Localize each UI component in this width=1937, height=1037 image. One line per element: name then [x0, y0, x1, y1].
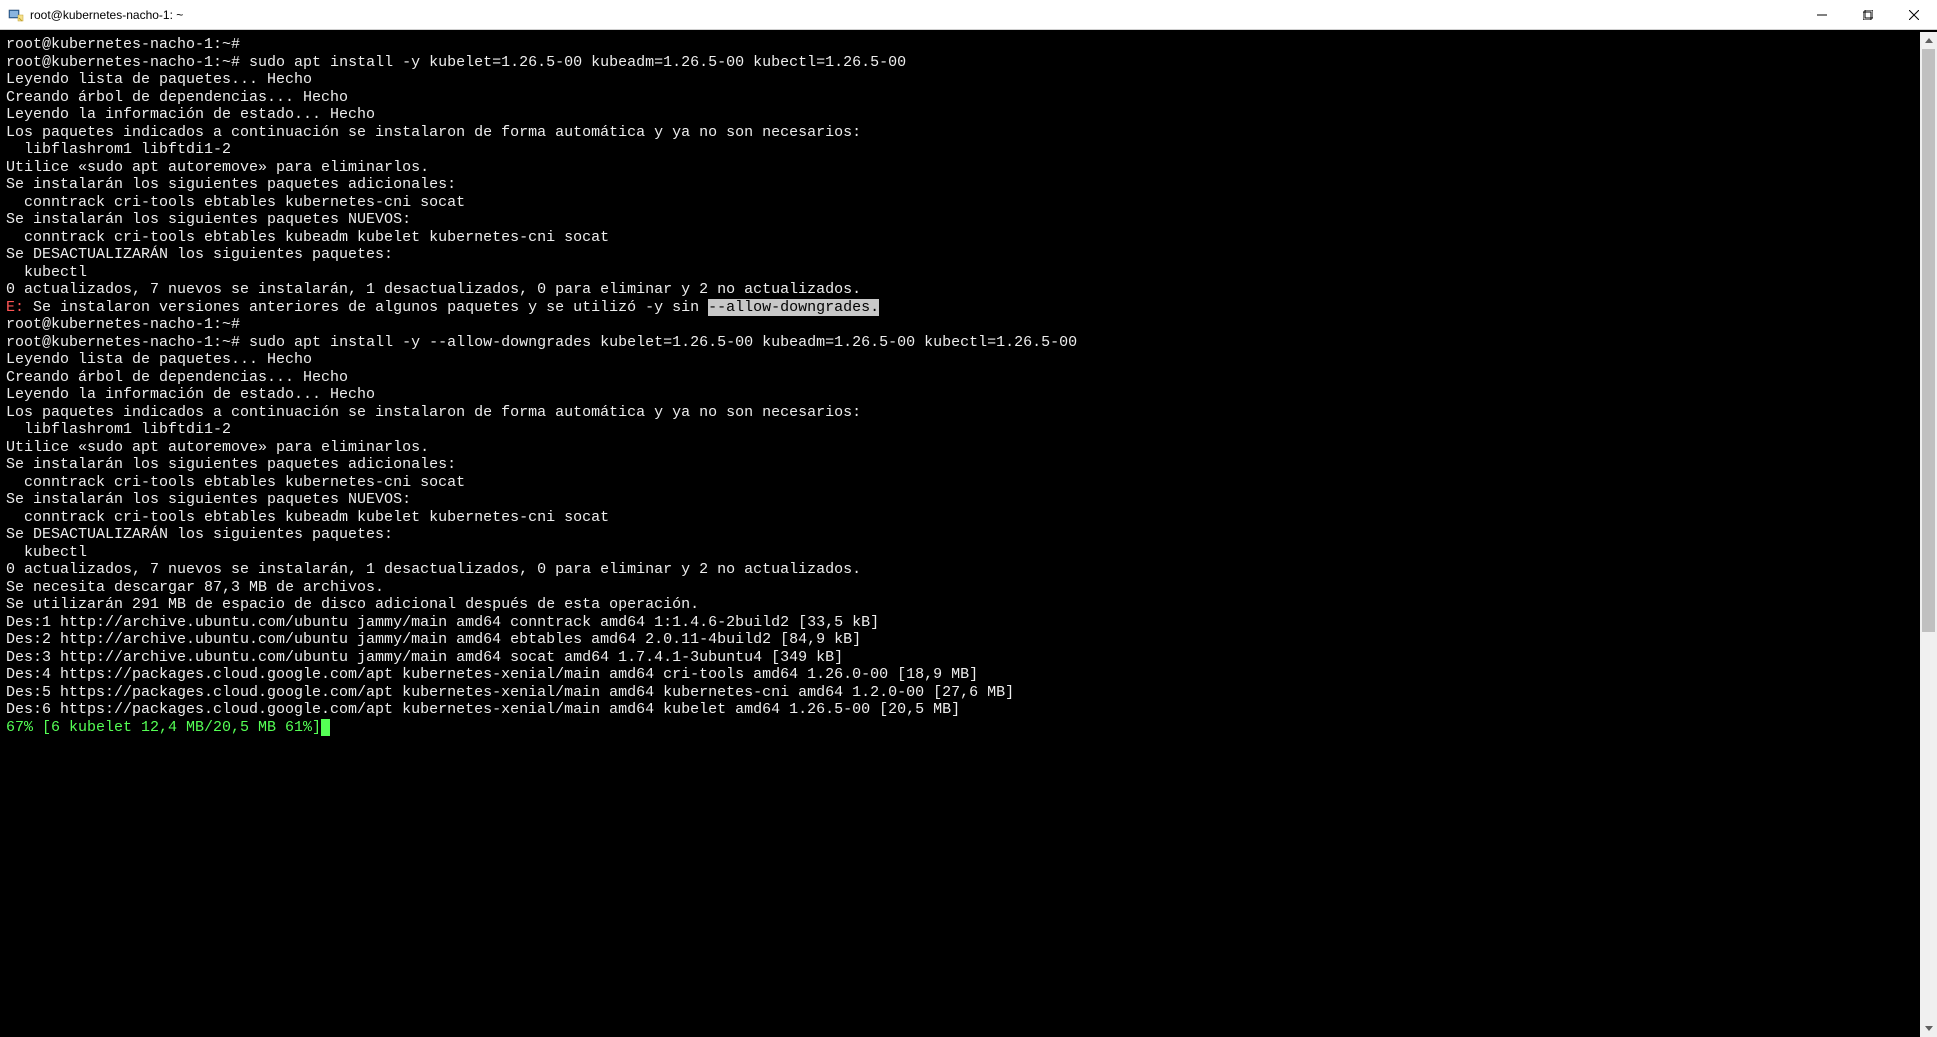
output-line: Leyendo la información de estado... Hech… — [6, 106, 375, 123]
scrollbar-track[interactable] — [1920, 49, 1937, 1020]
terminal-wrapper: root@kubernetes-nacho-1:~# root@kubernet… — [0, 30, 1937, 1037]
output-line: Se necesita descargar 87,3 MB de archivo… — [6, 579, 384, 596]
prompt-line: root@kubernetes-nacho-1:~# — [6, 334, 240, 351]
prompt-line: root@kubernetes-nacho-1:~# — [6, 54, 240, 71]
terminal[interactable]: root@kubernetes-nacho-1:~# root@kubernet… — [0, 32, 1920, 1037]
output-line: Se instalarán los siguientes paquetes ad… — [6, 456, 456, 473]
output-line: conntrack cri-tools ebtables kubernetes-… — [6, 474, 465, 491]
output-line: Se DESACTUALIZARÁN los siguientes paquet… — [6, 246, 393, 263]
output-line: Leyendo la información de estado... Hech… — [6, 386, 375, 403]
scroll-up-button[interactable] — [1920, 32, 1937, 49]
output-line: libflashrom1 libftdi1-2 — [6, 421, 231, 438]
close-button[interactable] — [1891, 0, 1937, 29]
vertical-scrollbar[interactable] — [1920, 32, 1937, 1037]
error-prefix: E: — [6, 299, 24, 316]
output-line: Utilice «sudo apt autoremove» para elimi… — [6, 439, 429, 456]
putty-icon — [8, 7, 24, 23]
selected-text: --allow-downgrades. — [708, 299, 879, 316]
output-line: conntrack cri-tools ebtables kubeadm kub… — [6, 509, 609, 526]
output-line: 0 actualizados, 7 nuevos se instalarán, … — [6, 561, 861, 578]
output-line: Se instalarán los siguientes paquetes ad… — [6, 176, 456, 193]
output-line: Se DESACTUALIZARÁN los siguientes paquet… — [6, 526, 393, 543]
download-line: Des:5 https://packages.cloud.google.com/… — [6, 684, 1014, 701]
output-line: Los paquetes indicados a continuación se… — [6, 404, 861, 421]
prompt-line: root@kubernetes-nacho-1:~# — [6, 36, 240, 53]
command-text: sudo apt install -y kubelet=1.26.5-00 ku… — [240, 54, 906, 71]
download-line: Des:2 http://archive.ubuntu.com/ubuntu j… — [6, 631, 861, 648]
output-line: conntrack cri-tools ebtables kubeadm kub… — [6, 229, 609, 246]
error-text: Se instalaron versiones anteriores de al… — [24, 299, 708, 316]
download-line: Des:3 http://archive.ubuntu.com/ubuntu j… — [6, 649, 843, 666]
minimize-button[interactable] — [1799, 0, 1845, 29]
output-line: Se instalarán los siguientes paquetes NU… — [6, 491, 411, 508]
output-line: Se instalarán los siguientes paquetes NU… — [6, 211, 411, 228]
output-line: Creando árbol de dependencias... Hecho — [6, 369, 348, 386]
output-line: libflashrom1 libftdi1-2 — [6, 141, 231, 158]
terminal-cursor — [321, 719, 330, 736]
download-line: Des:1 http://archive.ubuntu.com/ubuntu j… — [6, 614, 879, 631]
output-line: Leyendo lista de paquetes... Hecho — [6, 71, 312, 88]
window-titlebar: root@kubernetes-nacho-1: ~ — [0, 0, 1937, 30]
prompt-line: root@kubernetes-nacho-1:~# — [6, 316, 240, 333]
output-line: Los paquetes indicados a continuación se… — [6, 124, 861, 141]
output-line: Creando árbol de dependencias... Hecho — [6, 89, 348, 106]
download-line: Des:6 https://packages.cloud.google.com/… — [6, 701, 960, 718]
maximize-button[interactable] — [1845, 0, 1891, 29]
output-line: Se utilizarán 291 MB de espacio de disco… — [6, 596, 699, 613]
output-line: conntrack cri-tools ebtables kubernetes-… — [6, 194, 465, 211]
output-line: Leyendo lista de paquetes... Hecho — [6, 351, 312, 368]
output-line: 0 actualizados, 7 nuevos se instalarán, … — [6, 281, 861, 298]
output-line: kubectl — [6, 544, 87, 561]
window-controls — [1799, 0, 1937, 29]
scroll-down-button[interactable] — [1920, 1020, 1937, 1037]
progress-line: 67% [6 kubelet 12,4 MB/20,5 MB 61%] — [6, 719, 321, 736]
output-line: Utilice «sudo apt autoremove» para elimi… — [6, 159, 429, 176]
output-line: kubectl — [6, 264, 87, 281]
download-line: Des:4 https://packages.cloud.google.com/… — [6, 666, 978, 683]
command-text: sudo apt install -y --allow-downgrades k… — [240, 334, 1077, 351]
scrollbar-thumb[interactable] — [1922, 49, 1935, 632]
window-title: root@kubernetes-nacho-1: ~ — [30, 8, 1799, 22]
